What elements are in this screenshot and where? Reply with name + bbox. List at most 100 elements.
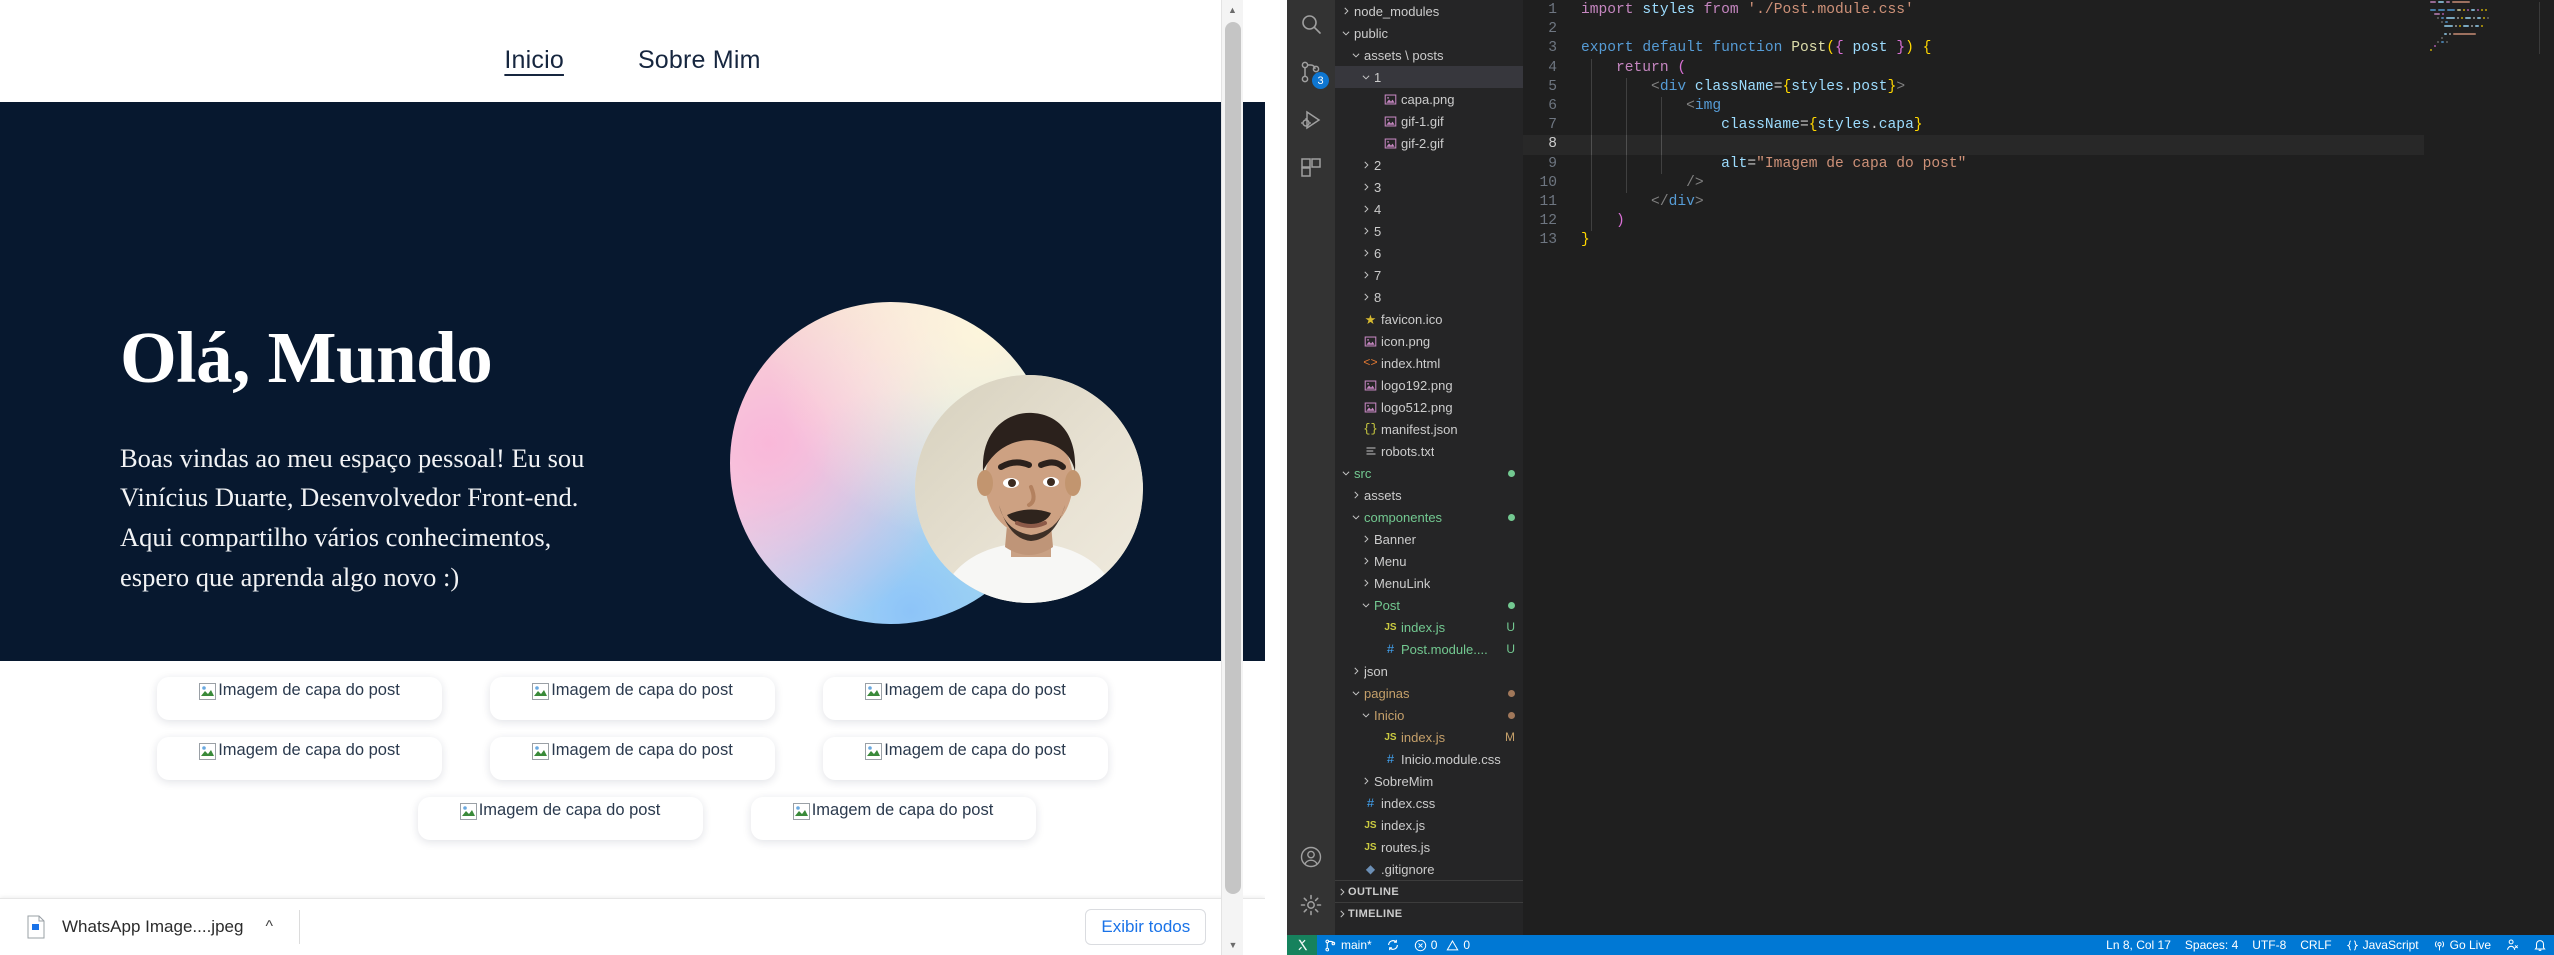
- tree-file[interactable]: logo512.png: [1335, 396, 1523, 418]
- eol-setting[interactable]: CRLF: [2293, 935, 2338, 955]
- post-card[interactable]: Imagem de capa do post: [157, 677, 442, 720]
- post-card[interactable]: Imagem de capa do post: [750, 797, 1036, 840]
- tree-folder[interactable]: 7: [1335, 264, 1523, 286]
- tree-folder[interactable]: MenuLink: [1335, 572, 1523, 594]
- run-and-debug-icon[interactable]: [1287, 96, 1335, 144]
- tree-file[interactable]: JS index.js: [1335, 814, 1523, 836]
- problems-indicator[interactable]: 0 0: [1407, 935, 1477, 955]
- tree-folder[interactable]: 8: [1335, 286, 1523, 308]
- chevron-down-icon[interactable]: [1339, 28, 1352, 38]
- scroll-up-arrow[interactable]: ▲: [1222, 0, 1243, 20]
- post-card[interactable]: Imagem de capa do post: [490, 677, 775, 720]
- chevron-down-icon[interactable]: [1359, 72, 1372, 82]
- tree-file[interactable]: {} manifest.json: [1335, 418, 1523, 440]
- sidebar-panel-outline[interactable]: OUTLINE: [1335, 880, 1523, 902]
- tree-folder[interactable]: 3: [1335, 176, 1523, 198]
- remote-window-icon[interactable]: [1287, 935, 1317, 955]
- tree-folder[interactable]: Post: [1335, 594, 1523, 616]
- code-line[interactable]: 4 return (: [1523, 58, 2554, 78]
- cursor-position[interactable]: Ln 8, Col 17: [2099, 935, 2178, 955]
- chevron-right-icon[interactable]: [1359, 160, 1372, 170]
- tree-file[interactable]: ◆ .gitignore: [1335, 858, 1523, 880]
- tree-folder[interactable]: 2: [1335, 154, 1523, 176]
- branch-indicator[interactable]: main*: [1317, 935, 1379, 955]
- bell-icon[interactable]: [2526, 935, 2554, 955]
- encoding-setting[interactable]: UTF-8: [2245, 935, 2293, 955]
- feedback-icon[interactable]: [2498, 935, 2526, 955]
- chevron-right-icon[interactable]: [1335, 909, 1348, 919]
- code-line[interactable]: 10 />: [1523, 173, 2554, 193]
- code-line[interactable]: 5 <div className={styles.post}>: [1523, 77, 2554, 97]
- nav-link-sobre-mim[interactable]: Sobre Mim: [638, 46, 761, 75]
- tree-folder[interactable]: src: [1335, 462, 1523, 484]
- code-line[interactable]: 9 alt="Imagem de capa do post": [1523, 154, 2554, 174]
- code-line[interactable]: 12 ): [1523, 212, 2554, 232]
- tree-file[interactable]: # Inicio.module.css: [1335, 748, 1523, 770]
- tree-folder[interactable]: 5: [1335, 220, 1523, 242]
- post-card[interactable]: Imagem de capa do post: [823, 737, 1108, 780]
- tree-file[interactable]: # index.css: [1335, 792, 1523, 814]
- chevron-right-icon[interactable]: [1335, 887, 1348, 897]
- post-card[interactable]: Imagem de capa do post: [157, 737, 442, 780]
- tree-file[interactable]: robots.txt: [1335, 440, 1523, 462]
- scrollbar-thumb[interactable]: [1225, 22, 1241, 894]
- chevron-right-icon[interactable]: [1359, 204, 1372, 214]
- tree-file[interactable]: JS index.js U: [1335, 616, 1523, 638]
- code-line[interactable]: 6 <img: [1523, 96, 2554, 117]
- chevron-right-icon[interactable]: [1359, 226, 1372, 236]
- tree-file[interactable]: <> index.html: [1335, 352, 1523, 374]
- editor-scrollbar[interactable]: [2540, 0, 2554, 935]
- scroll-down-arrow[interactable]: ▼: [1222, 935, 1244, 955]
- chevron-right-icon[interactable]: [1359, 534, 1372, 544]
- indentation-setting[interactable]: Spaces: 4: [2178, 935, 2245, 955]
- chevron-right-icon[interactable]: [1359, 182, 1372, 192]
- tree-folder[interactable]: public: [1335, 22, 1523, 44]
- chevron-down-icon[interactable]: [1359, 710, 1372, 720]
- code-line[interactable]: 11 </div>: [1523, 192, 2554, 213]
- code-line[interactable]: 8: [1523, 135, 2554, 155]
- go-live-button[interactable]: Go Live: [2426, 935, 2498, 955]
- code-line[interactable]: 2: [1523, 20, 2554, 39]
- code-editor[interactable]: 1 import styles from './Post.module.css' 2…: [1523, 0, 2554, 935]
- tree-folder[interactable]: 1: [1335, 66, 1523, 88]
- tree-file[interactable]: JS index.js M: [1335, 726, 1523, 748]
- tree-file[interactable]: ★ favicon.ico: [1335, 308, 1523, 330]
- chevron-right-icon[interactable]: [1349, 490, 1362, 500]
- chevron-right-icon[interactable]: [1359, 556, 1372, 566]
- tree-file[interactable]: JS routes.js: [1335, 836, 1523, 858]
- code-line[interactable]: 7 className={styles.capa}: [1523, 116, 2554, 136]
- tree-folder[interactable]: Menu: [1335, 550, 1523, 572]
- chevron-up-icon[interactable]: ^: [265, 918, 273, 936]
- language-mode[interactable]: JavaScript: [2339, 935, 2426, 955]
- chevron-right-icon[interactable]: [1349, 666, 1362, 676]
- chevron-down-icon[interactable]: [1339, 468, 1352, 478]
- source-control-icon[interactable]: 3: [1287, 48, 1335, 96]
- chevron-down-icon[interactable]: [1359, 600, 1372, 610]
- download-item[interactable]: WhatsApp Image....jpeg ^: [4, 904, 287, 950]
- tree-folder[interactable]: node_modules: [1335, 0, 1523, 22]
- sync-icon[interactable]: [1379, 935, 1407, 955]
- tree-file[interactable]: # Post.module.... U: [1335, 638, 1523, 660]
- post-card[interactable]: Imagem de capa do post: [490, 737, 775, 780]
- post-card[interactable]: Imagem de capa do post: [417, 797, 703, 840]
- tree-folder[interactable]: Banner: [1335, 528, 1523, 550]
- extensions-icon[interactable]: [1287, 144, 1335, 192]
- sidebar-panel-timeline[interactable]: TIMELINE: [1335, 902, 1523, 924]
- tree-folder[interactable]: assets \ posts: [1335, 44, 1523, 66]
- gear-icon[interactable]: [1287, 881, 1335, 929]
- tree-file[interactable]: icon.png: [1335, 330, 1523, 352]
- tree-folder[interactable]: paginas: [1335, 682, 1523, 704]
- tree-file[interactable]: gif-1.gif: [1335, 110, 1523, 132]
- code-line[interactable]: 1 import styles from './Post.module.css': [1523, 1, 2554, 20]
- tree-folder[interactable]: SobreMim: [1335, 770, 1523, 792]
- nav-link-inicio[interactable]: Inicio: [504, 46, 564, 75]
- tree-file[interactable]: gif-2.gif: [1335, 132, 1523, 154]
- browser-scrollbar[interactable]: ▲ ▼: [1221, 0, 1243, 955]
- chevron-down-icon[interactable]: [1349, 512, 1362, 522]
- search-icon[interactable]: [1287, 0, 1335, 48]
- chevron-right-icon[interactable]: [1359, 248, 1372, 258]
- tree-file[interactable]: logo192.png: [1335, 374, 1523, 396]
- chevron-right-icon[interactable]: [1339, 6, 1352, 16]
- show-all-downloads-button[interactable]: Exibir todos: [1085, 909, 1207, 945]
- tree-folder[interactable]: assets: [1335, 484, 1523, 506]
